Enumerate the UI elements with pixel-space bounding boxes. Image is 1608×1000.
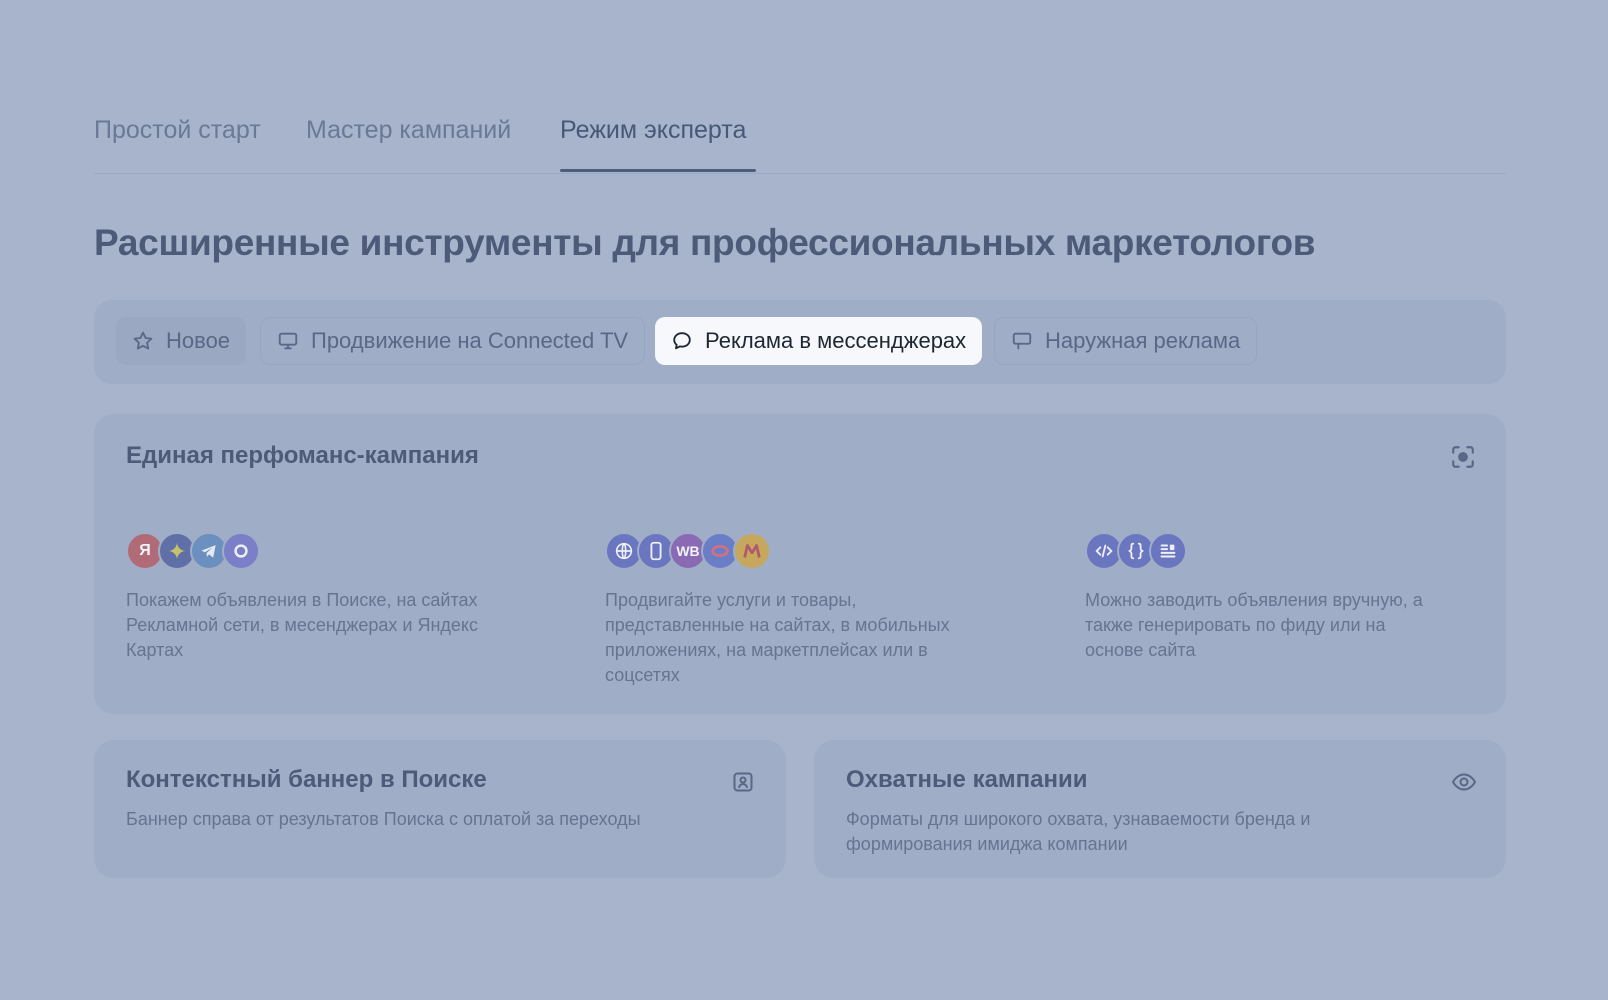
creation-icons [1085, 532, 1445, 572]
monitor-icon [278, 332, 298, 350]
chip-connected-tv[interactable]: Продвижение на Connected TV [260, 317, 646, 365]
search-banner-card[interactable]: Контекстный баннер в Поиске Баннер справ… [94, 740, 786, 878]
card-title: Охватные кампании [846, 766, 1088, 793]
star-icon [133, 331, 153, 350]
feature-text: Покажем объявления в Поиске, на сайтах Р… [126, 590, 478, 660]
max-icon [222, 532, 260, 570]
feature-placements: Я Покажем объявления в Поиске, на сайтах… [126, 532, 516, 663]
page-headline: Расширенные инструменты для профессионал… [94, 222, 1316, 263]
tab-expert-mode[interactable]: Режим эксперта [560, 116, 746, 145]
target-icon [1452, 446, 1474, 468]
feature-text: Можно заводить объявления вручную, а так… [1085, 590, 1423, 660]
chip-new[interactable]: Новое [116, 317, 247, 365]
feed-icon [1149, 532, 1187, 570]
chip-label: Новое [166, 328, 231, 353]
tab-campaign-master[interactable]: Мастер кампаний [306, 116, 511, 145]
chip-label: Реклама в мессенджерах [705, 328, 967, 353]
chat-bubble-icon [673, 332, 691, 350]
card-description: Форматы для широкого охвата, узнаваемост… [846, 809, 1311, 854]
chip-label: Продвижение на Connected TV [311, 328, 629, 353]
feature-promotion-targets: WB Продвигайте услуги и товары, представ… [605, 532, 975, 688]
card-title: Единая перфоманс-кампания [126, 442, 479, 469]
market-icon [733, 532, 771, 570]
eye-icon [1451, 773, 1477, 791]
tab-simple-start[interactable]: Простой старт [94, 116, 261, 145]
mode-tabs: Простой старт Мастер кампаний Режим эксп… [94, 110, 1506, 174]
chip-outdoor-ads[interactable]: Наружная реклама [994, 317, 1258, 365]
performance-campaign-card[interactable]: Единая перфоманс-кампания Я Покажем объя… [94, 414, 1506, 714]
chip-label: Наружная реклама [1045, 328, 1241, 353]
platform-icons: Я [126, 532, 516, 572]
feature-ad-creation: Можно заводить объявления вручную, а так… [1085, 532, 1445, 663]
target-icons: WB [605, 532, 975, 572]
active-tab-underline [560, 169, 756, 172]
image-icon [733, 772, 753, 792]
feature-text: Продвигайте услуги и товары, представлен… [605, 590, 950, 685]
chip-messenger-ads[interactable]: Реклама в мессенджерах [655, 317, 983, 365]
category-chip-bar: Новое Продвижение на Connected TV Реклам… [94, 300, 1506, 384]
billboard-icon [1012, 332, 1032, 350]
reach-campaigns-card[interactable]: Охватные кампании Форматы для широкого о… [814, 740, 1506, 878]
card-title: Контекстный баннер в Поиске [126, 766, 487, 793]
card-description: Баннер справа от результатов Поиска с оп… [126, 809, 641, 829]
